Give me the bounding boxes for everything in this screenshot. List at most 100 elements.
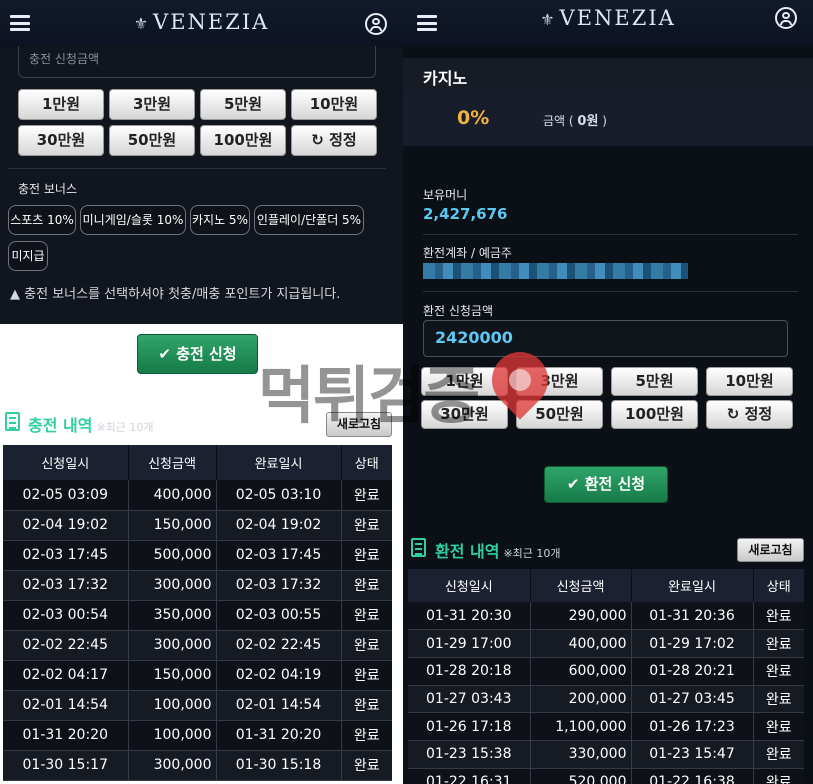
refresh-icon: ↻: [311, 131, 330, 149]
document-icon: [411, 538, 426, 557]
table-cell: 02-05 03:09: [3, 480, 129, 511]
table-cell: 500,000: [128, 540, 217, 571]
deposit-amount-button[interactable]: 3만원: [109, 89, 195, 120]
bonus-chip-none[interactable]: 미지급: [8, 241, 48, 271]
table-cell: 01-23 15:38: [408, 740, 531, 769]
deposit-history-title: 충전 내역 ※최근 10개: [28, 416, 154, 435]
table-cell: 02-04 19:02: [3, 510, 129, 541]
table-cell: 완료: [341, 690, 392, 721]
logo[interactable]: ⚜ VENEZIA: [0, 10, 403, 34]
table-row: 01-27 03:43 200,000 01-27 03:45 완료: [408, 685, 804, 714]
deposit-reset-button[interactable]: ↻ 정정: [291, 125, 377, 156]
table-row: 02-01 14:54 100,000 02-01 14:54 완료: [3, 690, 392, 721]
table-cell: 01-30 15:17: [3, 750, 129, 781]
casino-percent: 0%: [457, 107, 490, 129]
table-cell: 520,000: [530, 768, 632, 784]
balance-label: 보유머니: [423, 188, 468, 202]
casino-summary: 0% 금액 ( 0원 ): [403, 90, 813, 146]
check-icon: ✔: [158, 345, 171, 363]
bonus-chip-sports[interactable]: 스포츠 10%: [8, 205, 76, 235]
user-icon[interactable]: [365, 13, 387, 35]
table-cell: 600,000: [530, 657, 632, 686]
table-row: 01-26 17:18 1,100,000 01-26 17:23 완료: [408, 712, 804, 741]
table-cell: 01-28 20:18: [408, 657, 531, 686]
withdraw-amount-button[interactable]: 100만원: [611, 400, 698, 429]
table-cell: 완료: [753, 712, 804, 741]
col-header: 상태: [753, 569, 804, 602]
account-info-blurred: [423, 263, 688, 279]
deposit-amount-input[interactable]: 충전 신청금액: [18, 46, 376, 78]
table-cell: 완료: [341, 510, 392, 541]
table-cell: 01-22 16:31: [408, 768, 531, 784]
table-cell: 01-31 20:20: [216, 720, 342, 751]
table-cell: 01-30 15:18: [216, 750, 342, 781]
table-cell: 02-01 14:54: [3, 690, 129, 721]
table-cell: 02-02 22:45: [216, 630, 342, 661]
table-cell: 완료: [341, 600, 392, 631]
bonus-chip-minigame-slot[interactable]: 미니게임/슬롯 10%: [80, 205, 186, 235]
user-icon[interactable]: [775, 7, 797, 29]
logo[interactable]: ⚜ VENEZIA: [403, 6, 813, 30]
table-cell: 100,000: [128, 690, 217, 721]
casino-amount: 금액 ( 0원 ): [543, 114, 607, 129]
deposit-amount-button[interactable]: 1만원: [18, 89, 104, 120]
col-header: 신청금액: [530, 569, 632, 602]
withdraw-submit-button[interactable]: ✔ 환전 신청: [544, 466, 668, 503]
table-row: 02-03 00:54 350,000 02-03 00:55 완료: [3, 600, 392, 631]
bonus-chip-inplay[interactable]: 인플레이/단폴더 5%: [254, 205, 364, 235]
table-cell: 02-03 17:45: [216, 540, 342, 571]
table-cell: 완료: [753, 629, 804, 658]
table-cell: 02-05 03:10: [216, 480, 342, 511]
table-cell: 150,000: [128, 660, 217, 691]
table-cell: 02-02 04:17: [3, 660, 129, 691]
table-cell: 02-03 17:32: [3, 570, 129, 601]
table-row: 01-28 20:18 600,000 01-28 20:21 완료: [408, 657, 804, 686]
deposit-amount-button[interactable]: 100만원: [200, 125, 286, 156]
withdraw-amount-button[interactable]: 5만원: [611, 367, 698, 396]
col-header: 신청일시: [3, 445, 129, 480]
table-cell: 01-31 20:36: [631, 602, 754, 631]
table-cell: 02-02 04:19: [216, 660, 342, 691]
table-row: 02-02 22:45 300,000 02-02 22:45 완료: [3, 630, 392, 661]
table-cell: 02-03 17:45: [3, 540, 129, 571]
deposit-amount-button[interactable]: 10만원: [291, 89, 377, 120]
table-cell: 1,100,000: [530, 712, 632, 741]
deposit-amount-button[interactable]: 30만원: [18, 125, 104, 156]
table-cell: 완료: [753, 602, 804, 631]
col-header: 완료일시: [631, 569, 754, 602]
table-cell: 02-03 17:32: [216, 570, 342, 601]
deposit-submit-button[interactable]: ✔ 충전 신청: [137, 334, 258, 374]
table-cell: 01-23 15:47: [631, 740, 754, 769]
table-cell: 완료: [341, 720, 392, 751]
table-row: 01-31 20:20 100,000 01-31 20:20 완료: [3, 720, 392, 751]
col-header: 완료일시: [216, 445, 342, 480]
deposit-amount-button[interactable]: 50만원: [109, 125, 195, 156]
deposit-amount-button[interactable]: 5만원: [200, 89, 286, 120]
table-cell: 02-03 00:54: [3, 600, 129, 631]
table-cell: 290,000: [530, 602, 632, 631]
table-row: 02-03 17:32 300,000 02-03 17:32 완료: [3, 570, 392, 601]
table-cell: 완료: [341, 480, 392, 511]
table-cell: 100,000: [128, 720, 217, 751]
table-cell: 02-01 14:54: [216, 690, 342, 721]
table-row: 02-04 19:02 150,000 02-04 19:02 완료: [3, 510, 392, 541]
bonus-chip-casino[interactable]: 카지노 5%: [190, 205, 250, 235]
table-cell: 01-27 03:43: [408, 685, 531, 714]
table-cell: 완료: [341, 630, 392, 661]
deposit-history-table: 신청일시 신청금액 완료일시 상태 02-05 03:09 400,000 02-0…: [3, 445, 392, 781]
table-row: 02-02 04:17 150,000 02-02 04:19 완료: [3, 660, 392, 691]
table-cell: 300,000: [128, 630, 217, 661]
withdraw-amount-button[interactable]: 10만원: [706, 367, 793, 396]
bonus-title: 충전 보너스: [18, 182, 78, 196]
table-cell: 01-28 20:21: [631, 657, 754, 686]
table-cell: 200,000: [530, 685, 632, 714]
table-cell: 01-29 17:00: [408, 629, 531, 658]
table-cell: 01-27 03:45: [631, 685, 754, 714]
table-cell: 01-31 20:30: [408, 602, 531, 631]
watermark-logo: 먹튀검증: [258, 359, 480, 432]
withdraw-reset-button[interactable]: ↻ 정정: [706, 400, 793, 429]
withdraw-refresh-button[interactable]: 새로고침: [737, 538, 804, 562]
col-header: 신청일시: [408, 569, 531, 602]
col-header: 신청금액: [128, 445, 217, 480]
table-cell: 400,000: [128, 480, 217, 511]
